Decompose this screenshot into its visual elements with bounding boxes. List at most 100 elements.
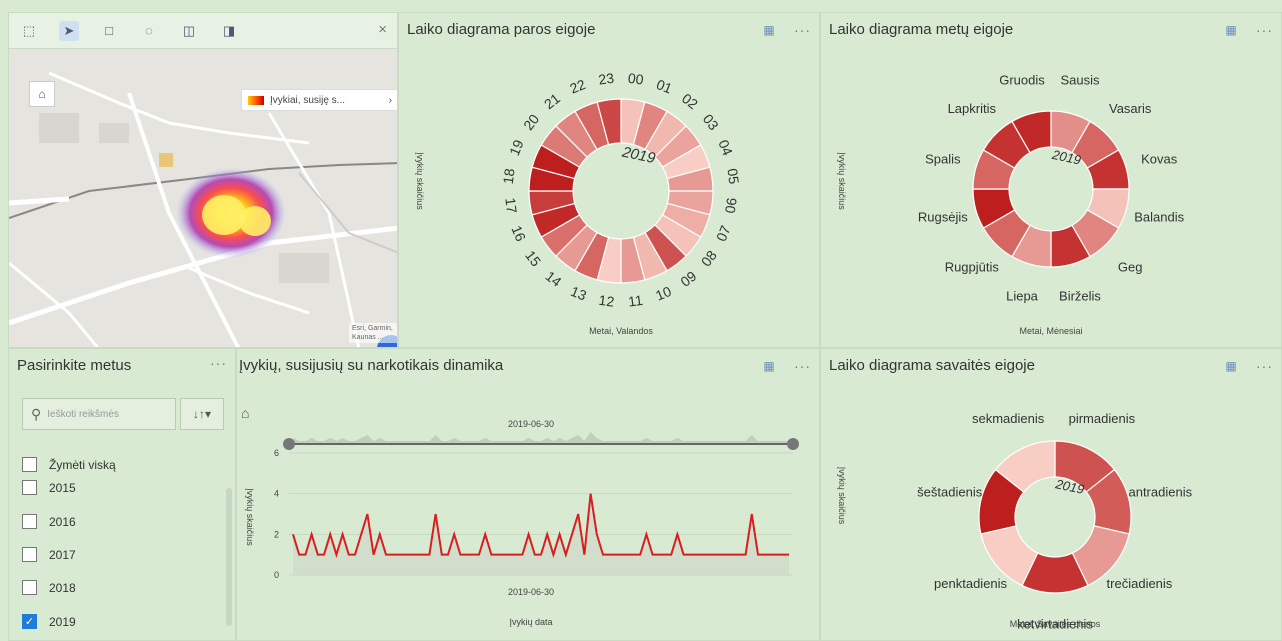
slice-label: 12 <box>598 292 616 310</box>
y-axis-label: Įvykių skaičius <box>245 488 255 546</box>
pointer-icon[interactable]: ➤ <box>59 20 79 41</box>
slice-label: penktadienis <box>934 576 1007 591</box>
y-tick-label: 6 <box>274 448 279 458</box>
slice-label: Vasaris <box>1109 101 1152 116</box>
legend-label: Įvykiai, susiję s... <box>270 94 346 106</box>
slice-label: 19 <box>506 137 527 158</box>
slice-label: 02 <box>679 90 701 112</box>
slice-label: sekmadienis <box>972 411 1045 426</box>
circle-icon[interactable]: ◫ <box>179 21 199 41</box>
y-tick-label: 4 <box>274 489 279 499</box>
slice-label: 04 <box>715 137 736 158</box>
search-input[interactable]: ⚲ Ieškoti reikšmės <box>22 398 176 430</box>
slice-label: 05 <box>724 167 742 185</box>
slider-handle-left[interactable] <box>283 438 295 450</box>
slice-label: 03 <box>700 111 722 133</box>
monthly-donut-chart: Sausis Vasaris Kovas Balandis Geg Birželis Lie… <box>837 72 1185 336</box>
slice-label: 08 <box>698 247 720 269</box>
checkbox-label: Žymėti viską <box>49 457 116 472</box>
slice-label: 22 <box>567 76 588 97</box>
sort-button[interactable]: ↓↑▾ <box>180 398 224 430</box>
slice-label: Liepa <box>1006 289 1039 304</box>
slice-label: 18 <box>500 167 518 185</box>
slice-label: 14 <box>543 268 565 290</box>
map-toolbar: ⬚ ➤ □ ◌ ◫ ◨ <box>9 13 397 49</box>
search-icon: ⚲ <box>31 405 42 422</box>
overview-area <box>293 432 789 444</box>
slice-label: trečiadienis <box>1107 576 1173 591</box>
slice-label: 13 <box>568 283 589 304</box>
close-icon[interactable]: × <box>378 21 387 38</box>
checkbox[interactable] <box>22 480 37 495</box>
x-axis-label: Metai, Savaitės dienos <box>1010 619 1101 629</box>
map-panel[interactable]: ⬚ ➤ □ ◌ ◫ ◨ × ⌂ Įvykiai, susiję s... › E… <box>8 12 398 348</box>
slice-label: 11 <box>627 292 644 310</box>
year-checkbox-2017[interactable]: 2017 <box>22 547 76 562</box>
x-tick-label: 2019-06-30 <box>508 587 554 597</box>
checkbox-label: 2015 <box>49 480 76 495</box>
slice-label: Balandis <box>1134 209 1184 224</box>
checkbox[interactable] <box>22 580 37 595</box>
slice-label: pirmadienis <box>1069 411 1136 426</box>
dynamics-chart-panel: Įvykių, susijusių su narkotikais dinamik… <box>236 348 820 641</box>
slice-label: 17 <box>502 197 520 215</box>
heat-legend-swatch <box>248 95 264 105</box>
hourly-donut-chart: 00 010203 04 05 06 07 080910 11 12 131415 16 17 18 19… <box>415 70 742 336</box>
rectangle-icon[interactable]: □ <box>99 21 119 41</box>
year-checkbox-2019[interactable]: ✓ 2019 <box>22 614 76 629</box>
slice-label: 23 <box>597 70 615 88</box>
slice-label: 10 <box>653 283 674 304</box>
slice-label: 00 <box>627 70 645 88</box>
dynamics-line-chart: 0 2 4 6 2019-06-30 2019-06-30 Įvykių skaičius Į… <box>245 419 799 627</box>
slice-label: 07 <box>713 223 734 244</box>
search-placeholder: Ieškoti reikšmės <box>47 408 119 420</box>
year-checkbox-2018[interactable]: 2018 <box>22 580 76 595</box>
y-tick-label: 2 <box>274 529 279 539</box>
legend-chip[interactable]: Įvykiai, susiję s... › <box>241 89 397 111</box>
checkbox[interactable] <box>22 514 37 529</box>
y-axis-label: Įvykių skaičius <box>837 152 847 210</box>
panel-icon[interactable]: ◨ <box>219 21 239 41</box>
y-tick-label: 0 <box>274 570 279 580</box>
slice-label: 09 <box>677 268 699 290</box>
checkbox-label: 2018 <box>49 580 76 595</box>
x-axis-label: Metai, Mėnesiai <box>1019 326 1082 336</box>
slice-label: Geg <box>1118 260 1143 275</box>
slice-label: Rugpjūtis <box>945 260 1000 275</box>
select-icon[interactable]: ⬚ <box>19 21 39 41</box>
checkbox-label: 2019 <box>49 614 76 629</box>
lasso-icon[interactable]: ◌ <box>139 21 159 41</box>
slice-label: 16 <box>508 223 529 244</box>
slice-label: 21 <box>541 90 563 112</box>
more-options-icon[interactable]: ··· <box>210 355 227 371</box>
slice-label: Kovas <box>1141 151 1178 166</box>
checkbox[interactable]: ✓ <box>22 614 37 629</box>
slice-label: Gruodis <box>999 72 1045 87</box>
x-axis-label: Metai, Valandos <box>589 326 653 336</box>
monthly-chart-panel: Laiko diagrama metų eigoje ▦ ··· Sausis V… <box>820 12 1282 348</box>
slice-label: Sausis <box>1060 72 1100 87</box>
panel-title: Pasirinkite metus <box>17 357 132 374</box>
x-axis-label: Įvykių data <box>509 617 552 627</box>
scrollbar[interactable] <box>226 488 232 626</box>
map-attribution: Esri, Garmin, Kaunas ... <box>349 323 397 343</box>
weekly-chart-panel: Laiko diagrama savaitės eigoje ▦ ··· pir… <box>820 348 1282 641</box>
hourly-chart-panel: Laiko diagrama paros eigoje ▦ ··· 00 01 02… <box>398 12 820 348</box>
slice-label: Birželis <box>1059 289 1101 304</box>
year-checkbox-2016[interactable]: 2016 <box>22 514 76 529</box>
slice-label: Rugsėjis <box>918 209 968 224</box>
year-checkbox-2015[interactable]: 2015 <box>22 480 76 495</box>
slice-label: 06 <box>722 196 740 214</box>
home-icon[interactable]: ⌂ <box>29 81 55 107</box>
select-all-checkbox[interactable]: Žymėti viską <box>22 457 116 472</box>
y-axis-label: Įvykių skaičius <box>415 152 425 210</box>
map-canvas[interactable] <box>9 13 398 348</box>
slider-handle-right[interactable] <box>787 438 799 450</box>
checkbox-label: 2017 <box>49 547 76 562</box>
slice-label: Lapkritis <box>948 101 997 116</box>
slice-label: šeštadienis <box>917 484 983 499</box>
checkbox[interactable] <box>22 547 37 562</box>
slice-label: antradienis <box>1128 484 1192 499</box>
slice-label: Spalis <box>925 151 961 166</box>
checkbox[interactable] <box>22 457 37 472</box>
